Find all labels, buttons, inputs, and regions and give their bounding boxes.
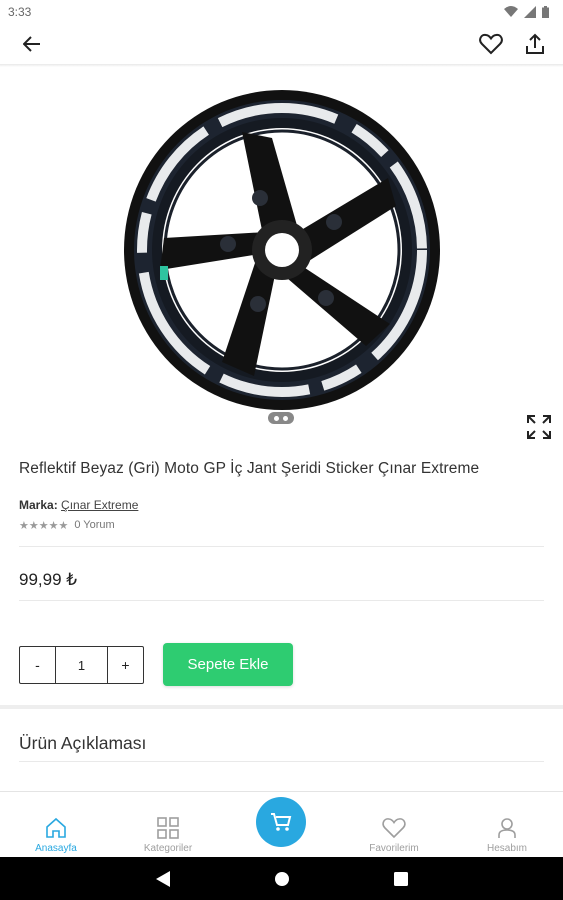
section-divider	[0, 705, 563, 709]
heart-icon	[382, 818, 406, 839]
home-icon	[46, 817, 66, 838]
system-home-icon[interactable]	[274, 871, 290, 887]
product-rating: ★★★★★ 0 Yorum	[19, 519, 115, 532]
nav-item-home[interactable]: Anasayfa	[0, 792, 112, 858]
heart-outline-icon	[479, 33, 503, 55]
product-title: Reflektif Beyaz (Gri) Moto GP İç Jant Şe…	[19, 460, 480, 477]
product-brand: Marka: Çınar Extreme	[19, 498, 138, 512]
cart-button[interactable]	[256, 797, 306, 847]
favorite-button[interactable]	[477, 30, 505, 58]
back-button[interactable]	[18, 30, 46, 58]
user-icon	[498, 818, 516, 838]
product-price: 99,99 ₺	[19, 570, 78, 589]
nav-label-categories: Kategoriler	[143, 843, 193, 854]
increase-quantity-button[interactable]: +	[108, 647, 143, 683]
quantity-value[interactable]: 1	[55, 647, 108, 683]
app-bar	[0, 24, 563, 64]
arrow-left-icon	[23, 36, 40, 52]
nav-label-home: Anasayfa	[35, 843, 77, 854]
grid-icon	[157, 817, 179, 839]
status-time: 3:33	[8, 5, 32, 19]
nav-item-favorites[interactable]: Favorilerim	[338, 792, 450, 858]
status-bar: 3:33	[0, 0, 563, 24]
signal-icon	[524, 6, 536, 18]
gallery-pagination[interactable]	[268, 412, 294, 424]
divider	[19, 546, 544, 547]
expand-icon[interactable]	[526, 414, 552, 440]
system-navigation-bar	[0, 857, 563, 900]
quantity-stepper: - 1 +	[19, 646, 144, 684]
product-image	[123, 89, 440, 410]
cart-icon	[271, 813, 292, 831]
divider	[19, 761, 544, 762]
add-to-cart-button[interactable]: Sepete Ekle	[163, 643, 293, 686]
brand-label: Marka:	[19, 498, 58, 512]
wifi-icon	[504, 6, 518, 17]
nav-item-categories[interactable]: Kategoriler	[112, 792, 224, 858]
system-recents-icon[interactable]	[393, 871, 408, 886]
divider	[19, 600, 544, 601]
nav-label-account: Hesabım	[486, 843, 527, 854]
brand-link[interactable]: Çınar Extreme	[61, 498, 138, 512]
system-back-icon[interactable]	[155, 870, 170, 887]
share-button[interactable]	[521, 30, 549, 58]
nav-label-favorites: Favorilerim	[369, 843, 419, 854]
decrease-quantity-button[interactable]: -	[20, 647, 55, 683]
review-count[interactable]: 0 Yorum	[74, 519, 114, 532]
nav-item-account[interactable]: Hesabım	[451, 792, 563, 858]
rating-stars: ★★★★★	[19, 520, 69, 532]
product-image-gallery[interactable]	[0, 67, 563, 432]
share-icon	[526, 33, 544, 54]
description-title[interactable]: Ürün Açıklaması	[19, 733, 146, 754]
battery-icon	[542, 6, 549, 18]
